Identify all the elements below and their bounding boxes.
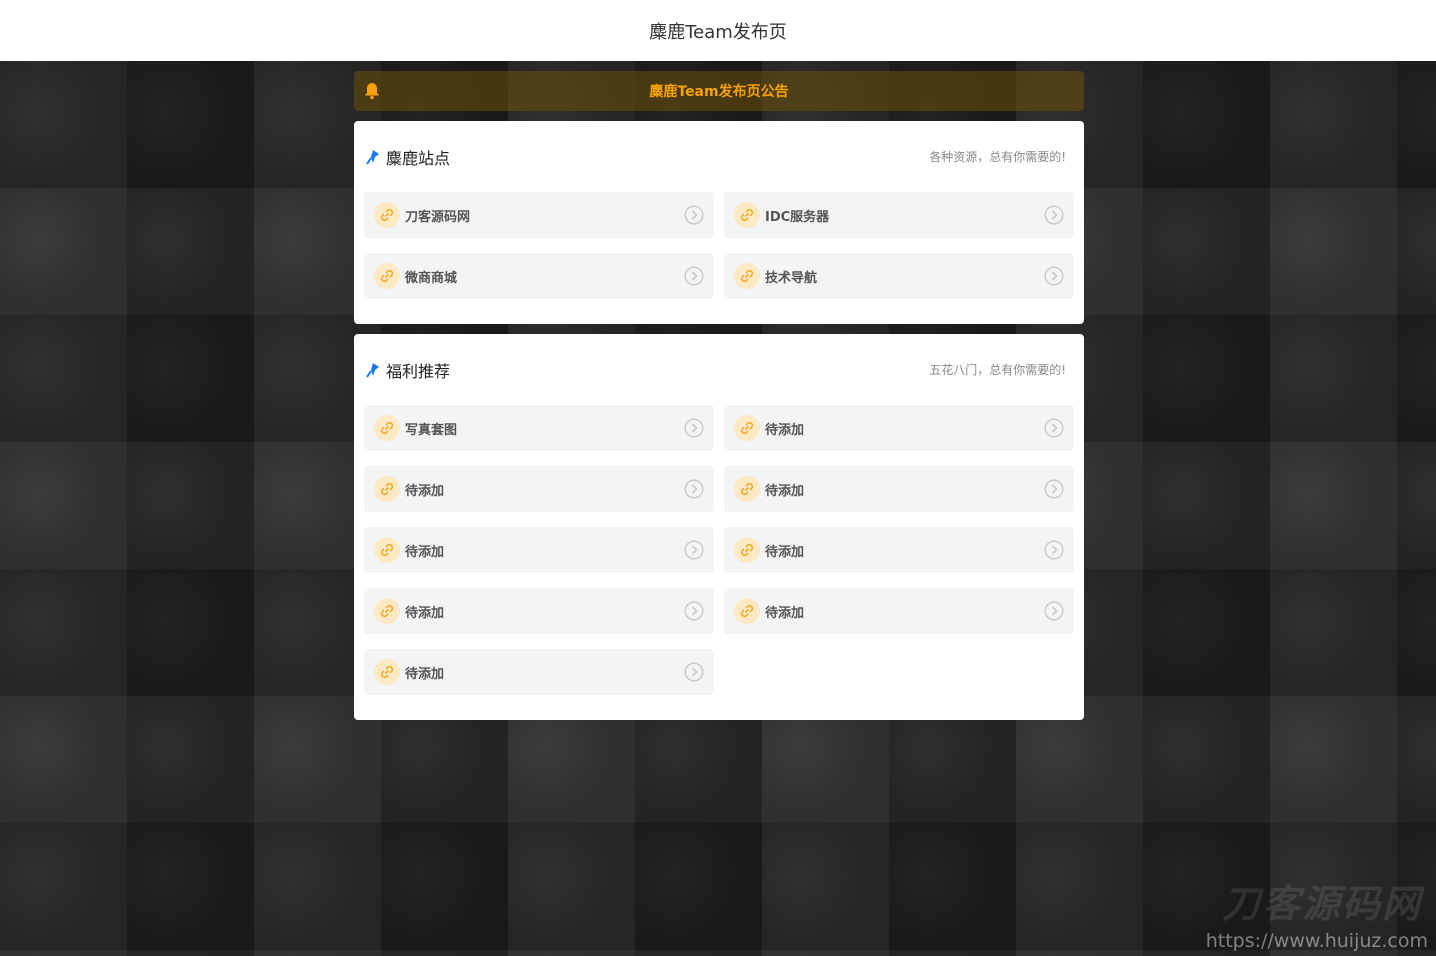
link-icon [374, 202, 400, 228]
link-label: 待添加 [765, 422, 805, 438]
link-item[interactable]: 待添加 [724, 527, 1074, 573]
watermark-url: https://www.huijuz.com [1205, 930, 1428, 952]
section-header: 福利推荐 五花八门，总有你需要的! [364, 334, 1074, 405]
link-icon [734, 415, 760, 441]
link-icon [734, 537, 760, 563]
section-title-text: 麋鹿站点 [386, 148, 451, 168]
bell-icon [364, 82, 380, 100]
link-icon [374, 415, 400, 441]
link-label: 刀客源码网 [405, 209, 471, 225]
link-icon [374, 598, 400, 624]
section-title-text: 福利推荐 [386, 361, 451, 381]
link-label: 待添加 [405, 483, 445, 499]
watermark-logo: 刀客源码网 [1222, 873, 1422, 928]
link-item[interactable]: 待添加 [364, 649, 714, 695]
link-item[interactable]: 技术导航 [724, 253, 1074, 299]
chevron-right-icon [1044, 418, 1064, 438]
chevron-right-icon [684, 479, 704, 499]
link-grid: 刀客源码网 IDC服务器微商商城 技术导航 [364, 192, 1074, 299]
chevron-right-icon [1044, 205, 1064, 225]
link-label: 微商商城 [405, 270, 458, 286]
chevron-right-icon [684, 266, 704, 286]
chevron-right-icon [684, 540, 704, 560]
link-label: 待添加 [765, 544, 805, 560]
link-label: 技术导航 [765, 270, 818, 286]
link-icon [374, 476, 400, 502]
chevron-right-icon [1044, 540, 1064, 560]
link-icon [374, 537, 400, 563]
section-title: 福利推荐 [366, 358, 450, 382]
link-item[interactable]: 待添加 [724, 405, 1074, 451]
link-item[interactable]: 待添加 [724, 466, 1074, 512]
link-label: 待添加 [405, 605, 445, 621]
link-item[interactable]: 刀客源码网 [364, 192, 714, 238]
chevron-right-icon [684, 418, 704, 438]
pin-icon [366, 362, 379, 378]
link-item[interactable]: 写真套图 [364, 405, 714, 451]
section-header: 麋鹿站点 各种资源，总有你需要的! [364, 121, 1074, 192]
pin-icon [366, 149, 379, 165]
chevron-right-icon [1044, 266, 1064, 286]
link-item[interactable]: IDC服务器 [724, 192, 1074, 238]
link-item[interactable]: 待添加 [364, 588, 714, 634]
link-label: 待添加 [405, 544, 445, 560]
announcement-bar[interactable]: 麋鹿Team发布页公告 [354, 71, 1084, 111]
link-grid: 写真套图 待添加 待添加 待添加 待添加 待添加 待添加 待添加 待添加 [364, 405, 1074, 695]
section-subtitle: 各种资源，总有你需要的! [929, 150, 1066, 164]
link-item[interactable]: 微商商城 [364, 253, 714, 299]
chevron-right-icon [684, 662, 704, 682]
link-item[interactable]: 待添加 [364, 527, 714, 573]
link-icon [734, 263, 760, 289]
chevron-right-icon [684, 601, 704, 621]
chevron-right-icon [684, 205, 704, 225]
link-label: 待添加 [765, 483, 805, 499]
section-welfare: 福利推荐 五花八门，总有你需要的! 写真套图 待添加 待添加 待添加 待添加 待添加 待添加… [354, 334, 1084, 720]
link-icon [374, 659, 400, 685]
page-title: 麋鹿Team发布页 [649, 21, 787, 43]
chevron-right-icon [1044, 601, 1064, 621]
link-label: 待添加 [405, 666, 445, 682]
link-icon [734, 476, 760, 502]
link-label: 待添加 [765, 605, 805, 621]
watermark-brand: 刀客源码网 [1221, 882, 1422, 926]
link-icon [374, 263, 400, 289]
link-icon [734, 598, 760, 624]
section-elk-sites: 麋鹿站点 各种资源，总有你需要的! 刀客源码网 IDC服务器微商商城 技术导航 [354, 121, 1084, 324]
link-item[interactable]: 待添加 [364, 466, 714, 512]
link-label: IDC服务器 [765, 209, 830, 225]
link-icon [734, 202, 760, 228]
top-header: 麋鹿Team发布页 [0, 0, 1436, 61]
link-label: 写真套图 [405, 422, 458, 438]
link-item[interactable]: 待添加 [724, 588, 1074, 634]
announcement-text: 麋鹿Team发布页公告 [649, 84, 789, 100]
section-title: 麋鹿站点 [366, 145, 450, 169]
chevron-right-icon [1044, 479, 1064, 499]
section-subtitle: 五花八门，总有你需要的! [929, 363, 1066, 377]
